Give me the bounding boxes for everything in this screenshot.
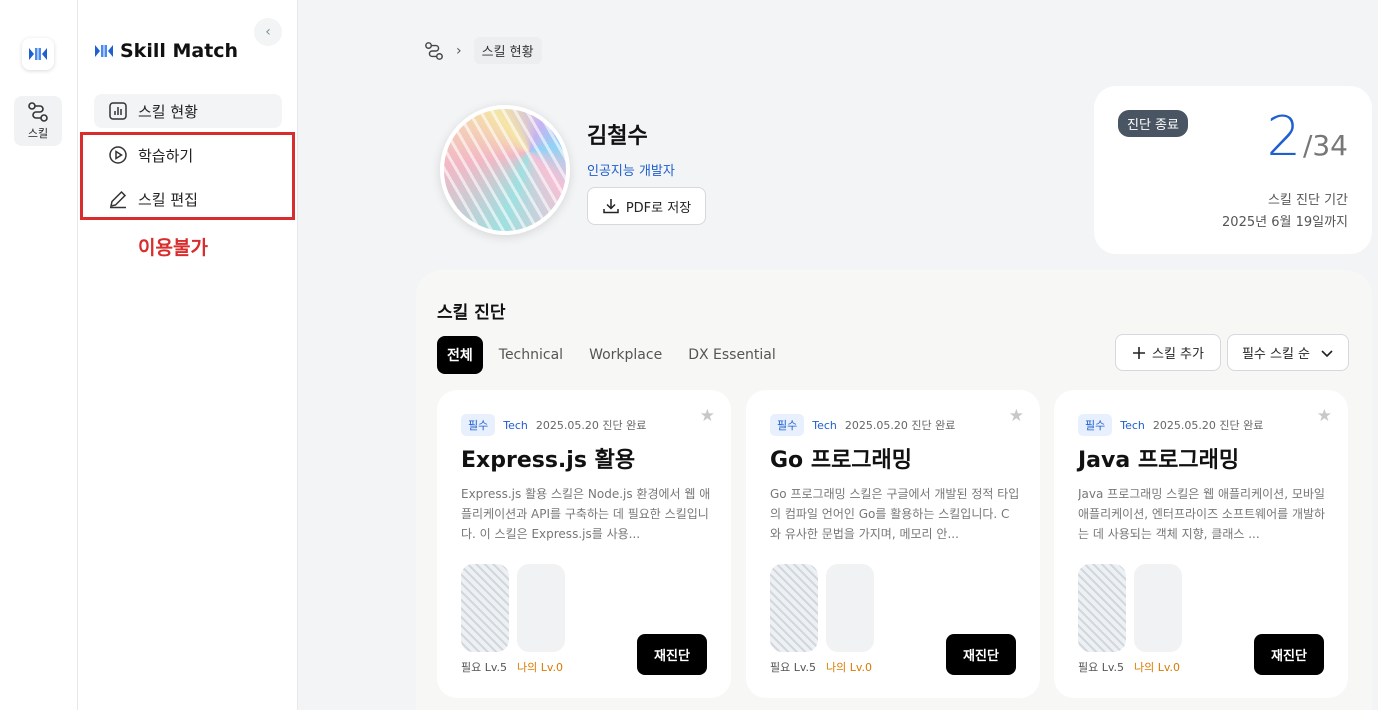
status-badge: 진단 종료	[1118, 110, 1188, 137]
diagnosis-done-count: 2	[1266, 105, 1301, 168]
avatar	[440, 105, 570, 235]
skill-title: Go 프로그래밍	[770, 448, 913, 473]
download-icon	[603, 199, 619, 214]
skill-title: Express.js 활용	[461, 448, 636, 473]
collapse-sidebar-button[interactable]: ‹	[254, 18, 282, 46]
diagnosis-date: 2025.05.20 진단 완료	[844, 419, 956, 432]
rail-item-label: 스킬	[27, 127, 49, 140]
diagnosis-period-label: 스킬 진단 기간	[1267, 193, 1348, 208]
my-level: 나의 Lv.0	[1134, 661, 1181, 674]
route-icon[interactable]	[424, 41, 444, 61]
skill-card[interactable]: 필수 Tech 2025.05.20 진단 완료 ★ Go 프로그래밍 Go 프…	[746, 390, 1040, 698]
diagnosis-date: 2025.05.20 진단 완료	[535, 419, 647, 432]
required-level-bar	[1078, 564, 1126, 652]
add-skill-label: 스킬 추가	[1152, 347, 1204, 362]
profile-role: 인공지능 개발자	[587, 164, 675, 179]
required-tag: 필수	[461, 414, 496, 436]
pdf-save-label: PDF로 저장	[625, 200, 692, 216]
chevron-right-icon: ›	[456, 42, 462, 59]
brand[interactable]: Skill Match	[94, 40, 238, 62]
sidebar-item-label: 스킬 현황	[138, 102, 198, 121]
pdf-save-button[interactable]: PDF로 저장	[587, 187, 706, 225]
diagnosis-date: 2025.05.20 진단 완료	[1152, 419, 1264, 432]
unavailable-note: 이용불가	[138, 237, 208, 259]
chevron-left-icon: ‹	[265, 24, 271, 40]
diagnosis-period-date: 2025년 6월 19일까지	[1222, 215, 1348, 230]
required-level-bar	[770, 564, 818, 652]
skill-card[interactable]: 필수 Tech 2025.05.20 진단 완료 ★ Java 프로그래밍 Ja…	[1054, 390, 1348, 698]
category-tag: Tech	[812, 418, 837, 432]
breadcrumb: › 스킬 현황	[424, 37, 542, 64]
chart-icon	[109, 102, 127, 120]
skill-tabs: 전체 Technical Workplace DX Essential	[437, 336, 786, 374]
skill-title: Java 프로그래밍	[1078, 448, 1240, 473]
rail-item-skill[interactable]: 스킬	[14, 96, 62, 146]
rediagnose-button[interactable]: 재진단	[946, 634, 1016, 675]
diagnosis-summary-card: 진단 종료 2 /34 스킬 진단 기간 2025년 6월 19일까지	[1094, 86, 1372, 254]
sort-label: 필수 스킬 순	[1241, 347, 1311, 362]
required-tag: 필수	[1078, 414, 1113, 436]
my-level: 나의 Lv.0	[517, 661, 564, 674]
sidebar: ‹ Skill Match 스킬 현황 학습하기 스킬 편집	[78, 0, 298, 710]
plus-icon	[1133, 346, 1145, 359]
required-tag: 필수	[770, 414, 805, 436]
card-meta: 필수 Tech 2025.05.20 진단 완료	[770, 414, 955, 436]
add-skill-button[interactable]: 스킬 추가	[1115, 334, 1221, 371]
skill-diagnosis-panel: 스킬 진단 전체 Technical Workplace DX Essentia…	[416, 270, 1372, 710]
skill-card[interactable]: 필수 Tech 2025.05.20 진단 완료 ★ Express.js 활용…	[437, 390, 731, 698]
profile-name: 김철수	[587, 124, 648, 149]
sort-dropdown[interactable]: 필수 스킬 순	[1227, 334, 1349, 371]
app-logo-icon[interactable]	[22, 38, 54, 70]
star-icon[interactable]: ★	[700, 406, 715, 426]
tab-technical[interactable]: Technical	[489, 338, 573, 372]
my-level-bar	[826, 564, 874, 652]
diagnosis-count: 2 /34	[1267, 110, 1348, 164]
skill-description: Express.js 활용 스킬은 Node.js 환경에서 웹 애플리케이션과…	[461, 487, 711, 541]
category-tag: Tech	[1120, 418, 1145, 432]
skill-description: Java 프로그래밍 스킬은 웹 애플리케이션, 모바일 애플리케이션, 엔터프…	[1078, 487, 1326, 541]
route-icon	[28, 102, 48, 122]
tab-dx-essential[interactable]: DX Essential	[678, 338, 786, 372]
app-rail: 스킬	[0, 0, 78, 710]
card-meta: 필수 Tech 2025.05.20 진단 완료	[1078, 414, 1263, 436]
diagnosis-total-count: /34	[1302, 129, 1348, 162]
panel-title: 스킬 진단	[437, 303, 506, 323]
required-level-bar	[461, 564, 509, 652]
brand-name: Skill Match	[120, 40, 239, 62]
required-level: 필요 Lv.5	[461, 661, 508, 674]
unavailable-highlight-box	[80, 132, 295, 220]
category-tag: Tech	[503, 418, 528, 432]
skill-description: Go 프로그래밍 스킬은 구글에서 개발된 정적 타입의 컴파일 언어인 Go를…	[770, 487, 1020, 541]
star-icon[interactable]: ★	[1009, 406, 1024, 426]
required-level: 필요 Lv.5	[1078, 661, 1125, 674]
rediagnose-button[interactable]: 재진단	[1254, 634, 1324, 675]
tab-all[interactable]: 전체	[437, 336, 483, 374]
my-level: 나의 Lv.0	[826, 661, 873, 674]
rediagnose-button[interactable]: 재진단	[637, 634, 707, 675]
star-icon[interactable]: ★	[1317, 406, 1332, 426]
tab-workplace[interactable]: Workplace	[579, 338, 672, 372]
required-level: 필요 Lv.5	[770, 661, 817, 674]
card-meta: 필수 Tech 2025.05.20 진단 완료	[461, 414, 646, 436]
brand-logo-icon	[95, 45, 113, 57]
breadcrumb-current[interactable]: 스킬 현황	[473, 37, 542, 64]
my-level-bar	[517, 564, 565, 652]
sidebar-item-skill-status[interactable]: 스킬 현황	[94, 94, 282, 128]
my-level-bar	[1134, 564, 1182, 652]
chevron-down-icon	[1321, 349, 1333, 357]
